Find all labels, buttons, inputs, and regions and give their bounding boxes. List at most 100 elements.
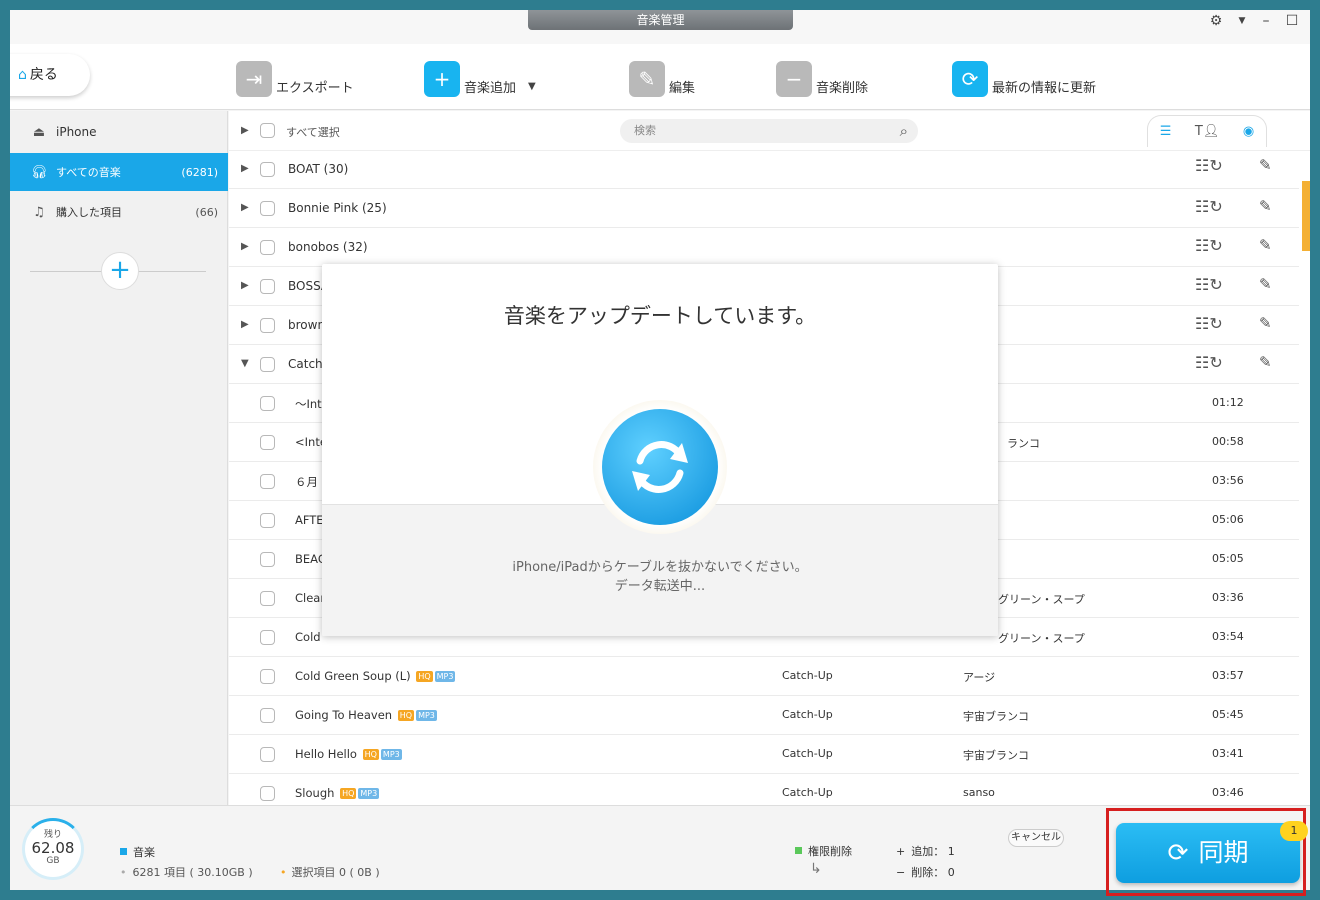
eject-icon[interactable]: ⏏ (26, 125, 52, 140)
expand-all-icon[interactable]: ▶ (241, 125, 253, 136)
search-icon[interactable]: ⌕ (900, 119, 908, 143)
edit-label: 編集 (669, 81, 696, 96)
list-item[interactable]: ▶ Bonnie Pink (25) ☷↻ ✎ (229, 189, 1299, 228)
select-all-checkbox[interactable] (260, 123, 275, 138)
export-label: エクスポート (276, 81, 354, 96)
expand-icon[interactable]: ▶ (241, 319, 249, 330)
search-input[interactable]: 検索 ⌕ (620, 119, 918, 143)
row-checkbox[interactable] (260, 396, 275, 411)
sync-count-badge: 1 (1280, 821, 1308, 841)
artist-view-icon[interactable]: T👤︎ (1195, 124, 1219, 139)
expand-icon[interactable]: ▶ (241, 202, 249, 213)
playlist-icon[interactable]: ☷↻ (1195, 275, 1223, 297)
song-time: 05:06 (1212, 513, 1244, 526)
toolbar: ⌂ 戻る ⇥ エクスポート + 音楽追加 ▼ ✎ 編集 − 音楽削除 ⟳ 最新の情… (10, 44, 1310, 110)
row-checkbox[interactable] (260, 591, 275, 606)
items-text: 6281 項目 ( 30.10GB ) (132, 866, 253, 879)
album-view-icon[interactable]: ◉ (1243, 124, 1254, 139)
row-checkbox[interactable] (260, 669, 275, 684)
row-checkbox[interactable] (260, 747, 275, 762)
collapse-icon[interactable]: ▼ (241, 358, 249, 369)
song-title-cell: Going To Heaven HQ MP3 (295, 708, 437, 722)
song-title: ６月 (295, 475, 318, 489)
sidebar-item-count: (6281) (181, 165, 218, 179)
add-music-button[interactable]: + 音楽追加 ▼ (424, 59, 536, 97)
list-view-icon[interactable]: ☰ (1160, 124, 1172, 139)
row-checkbox[interactable] (260, 435, 275, 450)
playlist-icon[interactable]: ☷↻ (1195, 314, 1223, 336)
song-time: 03:57 (1212, 669, 1244, 682)
expand-icon[interactable]: ▶ (241, 163, 249, 174)
song-time: 05:45 (1212, 708, 1244, 721)
song-album: Catch-Up (782, 708, 833, 721)
sidebar-device[interactable]: ⏏ iPhone (10, 113, 228, 151)
minimize-button[interactable]: – (1256, 13, 1276, 29)
row-checkbox[interactable] (260, 786, 275, 801)
row-checkbox[interactable] (260, 201, 275, 216)
playlist-icon[interactable]: ☷↻ (1195, 236, 1223, 258)
row-checkbox[interactable] (260, 162, 275, 177)
cancel-button[interactable]: キャンセル (1008, 829, 1064, 847)
list-item[interactable]: ▶ bonobos (32) ☷↻ ✎ (229, 228, 1299, 267)
title-bar: 音楽管理 ⚙ ▼ – ☐ (10, 10, 1310, 44)
scrollbar-thumb[interactable] (1302, 181, 1310, 251)
song-album: Catch-Up (782, 747, 833, 760)
edit-info-icon[interactable]: ✎ (1259, 197, 1283, 219)
refresh-button[interactable]: ⟳ 最新の情報に更新 (952, 59, 1096, 97)
chevron-down-icon[interactable]: ▼ (528, 81, 536, 92)
maximize-button[interactable]: ☐ (1282, 13, 1302, 29)
dropdown-arrow-icon[interactable]: ▼ (1232, 16, 1252, 26)
add-music-icon: + (424, 61, 460, 97)
expand-icon[interactable]: ▶ (241, 280, 249, 291)
playlist-icon[interactable]: ☷↻ (1195, 156, 1223, 178)
edit-info-icon[interactable]: ✎ (1259, 314, 1283, 336)
edit-info-icon[interactable]: ✎ (1259, 353, 1283, 375)
sidebar-item-all-music[interactable]: 🎧︎ すべての音楽 (6281) (10, 153, 228, 191)
row-checkbox[interactable] (260, 513, 275, 528)
headphones-icon: 🎧︎ (30, 164, 48, 180)
sidebar-item-purchased[interactable]: ♫ 購入した項目 (66) (10, 193, 228, 231)
device-name: iPhone (56, 125, 97, 139)
music-summary: 音楽 (120, 844, 155, 860)
edit-info-icon[interactable]: ✎ (1259, 275, 1283, 297)
edit-button[interactable]: ✎ 編集 (629, 59, 695, 97)
song-artist: グリーン・スープ (998, 632, 1085, 645)
playlist-icon[interactable]: ☷↻ (1195, 197, 1223, 219)
dialog-line-1: iPhone/iPadからケーブルを抜かないでください。 (512, 560, 808, 575)
sync-icon: ⟳ (1167, 838, 1189, 867)
edit-info-icon[interactable]: ✎ (1259, 156, 1283, 178)
sync-button[interactable]: ⟳ 同期 (1116, 823, 1300, 883)
mp3-badge: MP3 (380, 749, 402, 760)
sync-spinner-icon (602, 409, 718, 525)
row-checkbox[interactable] (260, 630, 275, 645)
song-time: 03:46 (1212, 786, 1244, 799)
permission-delete: 権限削除 (795, 843, 852, 859)
list-item[interactable]: ▶ BOAT (30) ☷↻ ✎ (229, 151, 1299, 189)
delete-music-icon: − (776, 61, 812, 97)
row-checkbox[interactable] (260, 474, 275, 489)
delete-music-button[interactable]: − 音楽削除 (776, 59, 868, 97)
export-button[interactable]: ⇥ エクスポート (236, 59, 354, 97)
items-summary: • 6281 項目 ( 30.10GB ) (120, 866, 253, 879)
music-label: 音楽 (133, 846, 155, 859)
gear-icon[interactable]: ⚙ (1206, 13, 1226, 29)
row-checkbox[interactable] (260, 357, 275, 372)
song-time: 03:54 (1212, 630, 1244, 643)
row-checkbox[interactable] (260, 279, 275, 294)
row-checkbox[interactable] (260, 240, 275, 255)
edit-icon: ✎ (629, 61, 665, 97)
add-playlist-button[interactable]: + (101, 252, 139, 290)
expand-icon[interactable]: ▶ (241, 241, 249, 252)
refresh-label: 最新の情報に更新 (992, 81, 1097, 96)
row-checkbox[interactable] (260, 708, 275, 723)
row-checkbox[interactable] (260, 318, 275, 333)
song-title: Going To Heaven (295, 708, 393, 722)
table-row[interactable]: Going To Heaven HQ MP3 Catch-Up 宇宙ブランコ 05… (229, 696, 1299, 735)
table-row[interactable]: Cold Green Soup (L) HQ MP3 Catch-Up アージ 0… (229, 657, 1299, 696)
edit-info-icon[interactable]: ✎ (1259, 236, 1283, 258)
table-row[interactable]: Hello Hello HQ MP3 Catch-Up 宇宙ブランコ 03:41 (229, 735, 1299, 774)
playlist-icon[interactable]: ☷↻ (1195, 353, 1223, 375)
back-button[interactable]: ⌂ 戻る (10, 54, 90, 96)
table-row[interactable]: Slough HQ MP3 Catch-Up sanso 03:46 (229, 774, 1299, 805)
row-checkbox[interactable] (260, 552, 275, 567)
